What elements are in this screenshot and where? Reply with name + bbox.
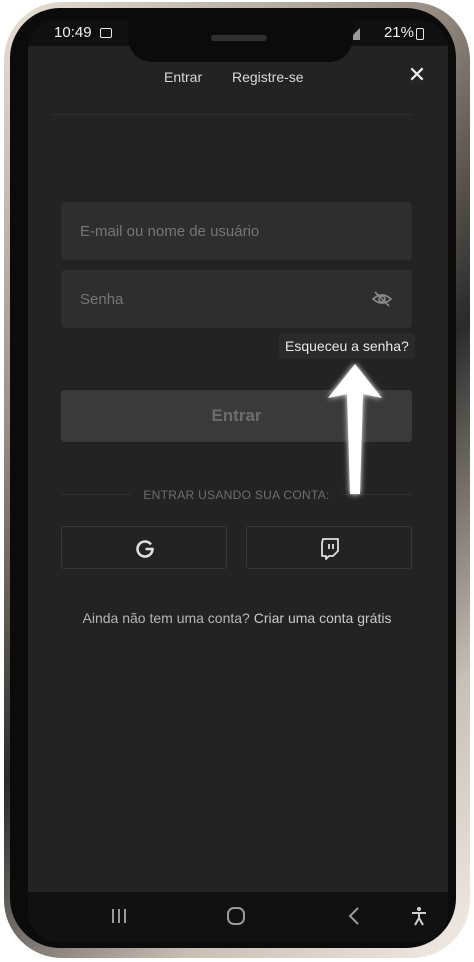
battery-percentage: 21% bbox=[383, 24, 414, 41]
annotation-arrow bbox=[328, 364, 382, 494]
tab-login[interactable]: Entrar bbox=[164, 69, 202, 85]
google-login-button[interactable] bbox=[61, 526, 227, 569]
signup-prompt: Ainda não tem uma conta? Criar uma conta… bbox=[0, 610, 474, 626]
battery-icon bbox=[416, 28, 424, 40]
password-field[interactable] bbox=[61, 270, 412, 328]
status-time: 10:49 bbox=[54, 24, 92, 41]
signup-text: Ainda não tem uma conta? bbox=[82, 610, 250, 626]
email-field[interactable] bbox=[61, 202, 412, 260]
tab-register[interactable]: Registre-se bbox=[232, 69, 304, 85]
create-account-link[interactable]: Criar uma conta grátis bbox=[254, 610, 392, 626]
google-icon bbox=[136, 540, 154, 558]
image-notification-icon bbox=[100, 28, 112, 38]
eye-off-icon[interactable] bbox=[372, 290, 392, 308]
camera-notch bbox=[128, 20, 353, 62]
accessibility-icon[interactable] bbox=[410, 906, 428, 926]
header-divider bbox=[52, 114, 412, 115]
recent-apps-icon[interactable] bbox=[110, 906, 128, 926]
password-input[interactable] bbox=[61, 270, 412, 328]
android-nav-bar bbox=[28, 892, 448, 942]
back-icon[interactable] bbox=[346, 906, 362, 926]
speaker-grille bbox=[211, 35, 267, 41]
twitch-icon bbox=[321, 538, 339, 560]
email-input[interactable] bbox=[61, 202, 412, 260]
home-icon[interactable] bbox=[226, 906, 246, 926]
twitch-login-button[interactable] bbox=[246, 526, 412, 569]
forgot-password-link[interactable]: Esqueceu a senha? bbox=[279, 333, 415, 359]
close-icon[interactable]: ✕ bbox=[400, 58, 434, 92]
